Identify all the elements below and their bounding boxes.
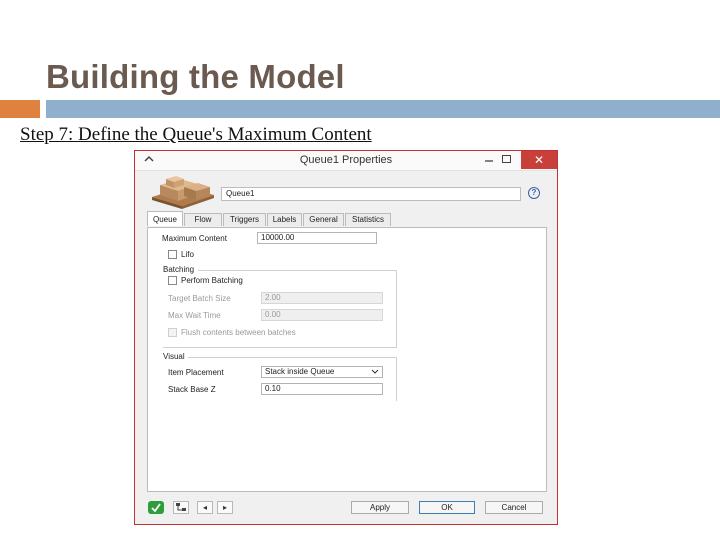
- object-name-field[interactable]: Queue1: [221, 187, 521, 201]
- batching-group-border-right: [396, 270, 397, 347]
- arrow-right-icon[interactable]: ▸: [217, 501, 233, 514]
- tab-queue[interactable]: Queue: [147, 211, 183, 226]
- apply-button[interactable]: Apply: [351, 501, 409, 514]
- item-placement-label: Item Placement: [168, 368, 224, 377]
- queue-tab-panel: Maximum Content 10000.00 Lifo Batching P…: [147, 227, 547, 492]
- slide-title: Building the Model: [46, 58, 345, 95]
- stack-base-z-label: Stack Base Z: [168, 385, 216, 394]
- lifo-label: Lifo: [181, 250, 194, 259]
- slide: Building the Model Step 7: Define the Qu…: [0, 0, 720, 540]
- pallet-boxes-icon: [152, 176, 214, 209]
- green-check-icon[interactable]: [148, 501, 164, 514]
- tab-statistics[interactable]: Statistics: [345, 213, 391, 226]
- close-icon[interactable]: ✕: [521, 151, 557, 169]
- max-content-field[interactable]: 10000.00: [257, 232, 377, 244]
- max-wait-time-label: Max Wait Time: [168, 311, 221, 320]
- properties-window: Queue1 Properties ✕ Queue1 ? Queue Flow …: [134, 150, 558, 525]
- item-placement-dropdown[interactable]: Stack inside Queue: [261, 366, 383, 378]
- cancel-button[interactable]: Cancel: [485, 501, 543, 514]
- visual-group-label: Visual: [163, 352, 185, 361]
- batching-group-label: Batching: [163, 265, 195, 274]
- window-titlebar[interactable]: Queue1 Properties ✕: [135, 151, 557, 171]
- tab-flow[interactable]: Flow: [184, 213, 222, 226]
- flush-contents-checkbox[interactable]: [168, 328, 177, 337]
- visual-group-border-right: [396, 357, 397, 401]
- max-content-label: Maximum Content: [162, 234, 227, 243]
- maximize-icon[interactable]: [502, 155, 511, 163]
- accent-bar-orange: [0, 100, 40, 118]
- minimize-icon[interactable]: [478, 152, 500, 168]
- arrow-left-icon[interactable]: ◂: [197, 501, 213, 514]
- perform-batching-checkbox[interactable]: [168, 276, 177, 285]
- batching-group-border: [198, 270, 396, 271]
- ok-button[interactable]: OK: [419, 501, 475, 514]
- chevron-down-icon: [371, 367, 379, 378]
- tab-labels[interactable]: Labels: [267, 213, 302, 226]
- tab-general[interactable]: General: [303, 213, 344, 226]
- item-placement-value: Stack inside Queue: [265, 367, 335, 376]
- flush-contents-label: Flush contents between batches: [181, 328, 296, 337]
- target-batch-size-field[interactable]: 2.00: [261, 292, 383, 304]
- max-wait-time-field[interactable]: 0.00: [261, 309, 383, 321]
- accent-bar-blue: [46, 100, 720, 118]
- visual-group-border: [188, 357, 396, 358]
- perform-batching-label: Perform Batching: [181, 276, 243, 285]
- tab-triggers[interactable]: Triggers: [223, 213, 266, 226]
- target-batch-size-label: Target Batch Size: [168, 294, 231, 303]
- tree-view-icon[interactable]: [173, 501, 189, 514]
- batching-group-border-bottom: [163, 347, 397, 348]
- help-icon[interactable]: ?: [528, 187, 540, 199]
- stack-base-z-field[interactable]: 0.10: [261, 383, 383, 395]
- step-heading: Step 7: Define the Queue's Maximum Conte…: [20, 124, 372, 145]
- lifo-checkbox[interactable]: [168, 250, 177, 259]
